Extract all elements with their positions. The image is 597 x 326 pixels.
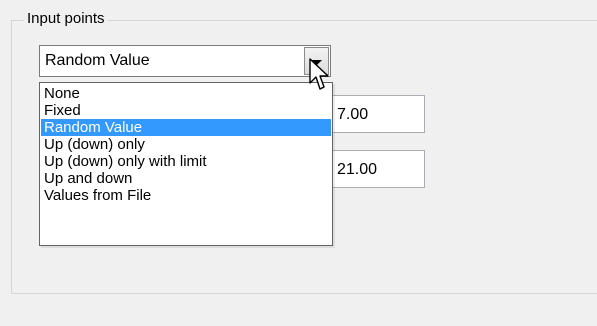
textbox-value-2: 21.00 [337,161,378,178]
dropdown-option-values-from-file[interactable]: Values from File [41,187,331,204]
dropdown-option-fixed[interactable]: Fixed [41,102,331,119]
group-title: Input points [24,10,108,28]
dropdown-option-random-value[interactable]: Random Value [41,119,331,136]
dropdown-option-none[interactable]: None [41,85,331,102]
value-textbox-2[interactable]: 21.00 [329,150,425,188]
input-points-combobox[interactable]: Random Value [39,45,331,77]
dropdown-option-up-and-down[interactable]: Up and down [41,170,331,187]
combobox-value: Random Value [45,52,150,69]
arrow-cursor-icon [309,58,329,90]
combobox-dropdown-list[interactable]: None Fixed Random Value Up (down) only U… [39,82,333,246]
dropdown-option-up-down-only[interactable]: Up (down) only [41,136,331,153]
textbox-value-1: 7.00 [337,106,369,123]
dropdown-option-up-down-only-with-limit[interactable]: Up (down) only with limit [41,153,331,170]
value-textbox-1[interactable]: 7.00 [329,95,425,133]
